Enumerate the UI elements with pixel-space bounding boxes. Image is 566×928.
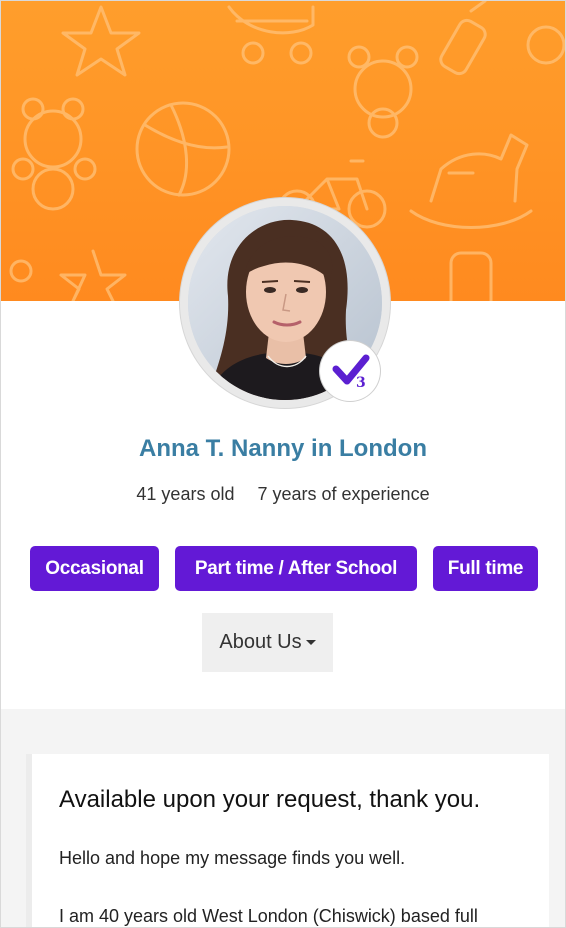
profile-name: Anna T. Nanny in London xyxy=(139,435,427,462)
about-card-paragraph: I am 40 years old West London (Chiswick)… xyxy=(59,906,478,926)
tag-part-time[interactable]: Part time / After School xyxy=(175,546,417,591)
tag-occasional[interactable]: Occasional xyxy=(30,546,159,591)
tag-full-time[interactable]: Full time xyxy=(433,546,538,591)
profile-meta: 41 years old 7 years of experience xyxy=(1,484,565,505)
ball-icon xyxy=(135,101,231,197)
profile-page: 3 Anna T. Nanny in London 41 years old 7… xyxy=(0,0,566,928)
about-us-label: About Us xyxy=(219,631,302,653)
stroller-icon xyxy=(227,5,315,65)
teddy-bear-icon xyxy=(11,97,97,211)
verified-check-icon xyxy=(332,354,370,385)
rocking-horse-icon xyxy=(409,133,533,229)
caret-down-icon xyxy=(305,640,316,646)
about-card-paragraph: Hello and hope my message finds you well… xyxy=(59,848,406,868)
star-icon xyxy=(61,5,141,77)
verification-count: 3 xyxy=(356,375,366,391)
bottle-icon xyxy=(439,1,487,76)
profile-experience: 7 years of experience xyxy=(257,484,430,504)
about-card: Available upon your request, thank you. … xyxy=(26,754,549,927)
about-us-button[interactable]: About Us xyxy=(202,613,333,672)
about-card-title: Available upon your request, thank you. xyxy=(59,786,481,813)
profile-age: 41 years old xyxy=(136,484,235,504)
verified-badge: 3 xyxy=(320,341,380,401)
